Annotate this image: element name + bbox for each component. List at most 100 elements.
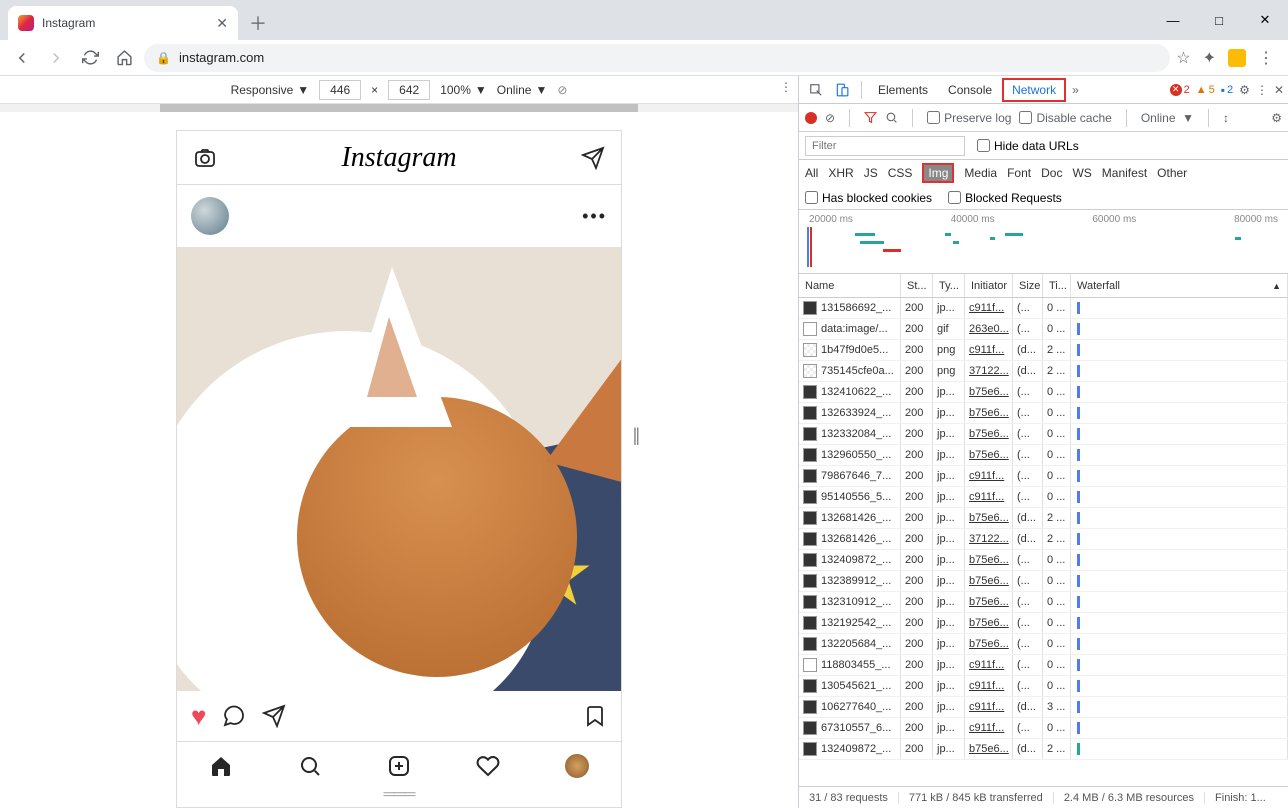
network-row[interactable]: 132332084_...200jp...b75e6...(...0 ... xyxy=(799,424,1288,445)
hide-data-urls-checkbox[interactable]: Hide data URLs xyxy=(977,139,1079,153)
send-icon[interactable] xyxy=(581,146,605,170)
col-waterfall[interactable]: Waterfall▲ xyxy=(1071,274,1288,297)
network-row[interactable]: 118803455_...200jp...c911f...(...0 ... xyxy=(799,655,1288,676)
new-tab-button[interactable]: ＋ xyxy=(244,9,272,37)
network-row[interactable]: 106277640_...200jp...c911f...(d...3 ... xyxy=(799,697,1288,718)
network-rows[interactable]: 131586692_...200jp...c911f...(...0 ...da… xyxy=(799,298,1288,786)
viewport-width-input[interactable]: 446 xyxy=(319,80,361,100)
network-row[interactable]: 132633924_...200jp...b75e6...(...0 ... xyxy=(799,403,1288,424)
reload-button[interactable] xyxy=(76,44,104,72)
cell-initiator[interactable]: c911f... xyxy=(965,655,1013,675)
preserve-log-checkbox[interactable]: Preserve log xyxy=(927,111,1011,125)
col-name[interactable]: Name xyxy=(799,274,901,297)
network-row[interactable]: 132389912_...200jp...b75e6...(...0 ... xyxy=(799,571,1288,592)
cell-initiator[interactable]: c911f... xyxy=(965,340,1013,360)
activity-tab-icon[interactable] xyxy=(476,754,500,778)
cell-initiator[interactable]: c911f... xyxy=(965,697,1013,717)
network-row[interactable]: 1b47f9d0e5...200pngc911f...(d...2 ... xyxy=(799,340,1288,361)
network-row[interactable]: 132681426_...200jp...37122...(d...2 ... xyxy=(799,529,1288,550)
blocked-requests-checkbox[interactable]: Blocked Requests xyxy=(948,191,1062,205)
filter-all[interactable]: All xyxy=(805,166,818,180)
network-row[interactable]: 131586692_...200jp...c911f...(...0 ... xyxy=(799,298,1288,319)
add-post-icon[interactable] xyxy=(387,754,411,778)
close-tab-icon[interactable]: ✕ xyxy=(216,15,228,32)
cell-initiator[interactable]: b75e6... xyxy=(965,613,1013,633)
browser-tab[interactable]: Instagram ✕ xyxy=(8,6,238,40)
post-menu-icon[interactable]: ••• xyxy=(582,206,607,227)
share-icon[interactable] xyxy=(262,704,286,728)
cell-initiator[interactable]: c911f... xyxy=(965,466,1013,486)
throttling-select[interactable]: Online ▼ xyxy=(1141,111,1194,125)
cell-initiator[interactable]: b75e6... xyxy=(965,445,1013,465)
tab-network[interactable]: Network xyxy=(1002,78,1066,102)
bookmark-icon[interactable] xyxy=(583,704,607,728)
like-icon[interactable]: ♥ xyxy=(191,701,206,732)
network-row[interactable]: 132410622_...200jp...b75e6...(...0 ... xyxy=(799,382,1288,403)
network-row[interactable]: 735145cfe0a...200png37122...(d...2 ... xyxy=(799,361,1288,382)
post-image[interactable] xyxy=(177,247,621,691)
info-badge[interactable]: ▪2 xyxy=(1221,83,1233,97)
network-row[interactable]: 132409872_...200jp...b75e6...(d...2 ... xyxy=(799,739,1288,760)
drag-handle-icon[interactable]: ═══ xyxy=(177,789,621,801)
warning-badge[interactable]: ▲5 xyxy=(1196,84,1215,96)
comment-icon[interactable] xyxy=(222,704,246,728)
search-icon[interactable] xyxy=(885,111,898,124)
filter-xhr[interactable]: XHR xyxy=(828,166,853,180)
filter-toggle-icon[interactable] xyxy=(864,111,877,124)
col-initiator[interactable]: Initiator xyxy=(965,274,1013,297)
device-mode-select[interactable]: Responsive ▼ xyxy=(231,83,310,97)
filter-other[interactable]: Other xyxy=(1157,166,1187,180)
cell-initiator[interactable]: b75e6... xyxy=(965,508,1013,528)
profile-tab-avatar[interactable] xyxy=(565,754,589,778)
tab-console[interactable]: Console xyxy=(938,76,1002,104)
network-settings-icon[interactable]: ⚙ xyxy=(1271,111,1282,125)
cell-initiator[interactable]: 37122... xyxy=(965,361,1013,381)
cell-initiator[interactable]: 263e0... xyxy=(965,319,1013,339)
error-badge[interactable]: ✕2 xyxy=(1170,84,1190,96)
cell-initiator[interactable]: b75e6... xyxy=(965,550,1013,570)
maximize-button[interactable]: □ xyxy=(1196,0,1242,40)
throttle-select[interactable]: Online ▼ xyxy=(497,83,548,97)
minimize-button[interactable]: — xyxy=(1150,0,1196,40)
more-tabs-icon[interactable]: » xyxy=(1066,83,1085,97)
cell-initiator[interactable]: b75e6... xyxy=(965,403,1013,423)
network-row[interactable]: 130545621_...200jp...c911f...(...0 ... xyxy=(799,676,1288,697)
network-row[interactable]: 132205684_...200jp...b75e6...(...0 ... xyxy=(799,634,1288,655)
cell-initiator[interactable]: c911f... xyxy=(965,718,1013,738)
filter-doc[interactable]: Doc xyxy=(1041,166,1062,180)
col-time[interactable]: Ti... xyxy=(1043,274,1071,297)
close-window-button[interactable]: ✕ xyxy=(1242,0,1288,40)
settings-icon[interactable]: ⚙ xyxy=(1239,83,1250,97)
col-status[interactable]: St... xyxy=(901,274,933,297)
viewport-ruler[interactable] xyxy=(0,104,798,112)
devtools-menu-icon[interactable]: ⋮ xyxy=(1256,83,1268,97)
extension-badge[interactable] xyxy=(1228,49,1246,67)
cell-initiator[interactable]: b75e6... xyxy=(965,382,1013,402)
network-row[interactable]: 132681426_...200jp...b75e6...(d...2 ... xyxy=(799,508,1288,529)
cell-initiator[interactable]: c911f... xyxy=(965,487,1013,507)
network-row[interactable]: 132310912_...200jp...b75e6...(...0 ... xyxy=(799,592,1288,613)
zoom-select[interactable]: 100% ▼ xyxy=(440,83,487,97)
filter-ws[interactable]: WS xyxy=(1072,166,1091,180)
network-row[interactable]: 132409872_...200jp...b75e6...(...0 ... xyxy=(799,550,1288,571)
cell-initiator[interactable]: b75e6... xyxy=(965,739,1013,759)
inspect-icon[interactable] xyxy=(803,83,829,97)
url-input[interactable]: 🔒 instagram.com xyxy=(144,44,1170,72)
camera-icon[interactable] xyxy=(193,146,217,170)
back-button[interactable] xyxy=(8,44,36,72)
chrome-menu-icon[interactable]: ⋮ xyxy=(1258,48,1274,68)
cell-initiator[interactable]: b75e6... xyxy=(965,571,1013,591)
extensions-icon[interactable]: ✦ xyxy=(1203,48,1216,68)
filter-media[interactable]: Media xyxy=(964,166,997,180)
cell-initiator[interactable]: c911f... xyxy=(965,298,1013,318)
filter-css[interactable]: CSS xyxy=(888,166,913,180)
record-button[interactable] xyxy=(805,112,817,124)
network-table-header[interactable]: Name St... Ty... Initiator Size Ti... Wa… xyxy=(799,274,1288,298)
network-row[interactable]: 79867646_7...200jp...c911f...(...0 ... xyxy=(799,466,1288,487)
forward-button[interactable] xyxy=(42,44,70,72)
blocked-cookies-checkbox[interactable]: Has blocked cookies xyxy=(805,191,932,205)
home-tab-icon[interactable] xyxy=(209,754,233,778)
search-tab-icon[interactable] xyxy=(298,754,322,778)
home-button[interactable] xyxy=(110,44,138,72)
tab-elements[interactable]: Elements xyxy=(868,76,938,104)
